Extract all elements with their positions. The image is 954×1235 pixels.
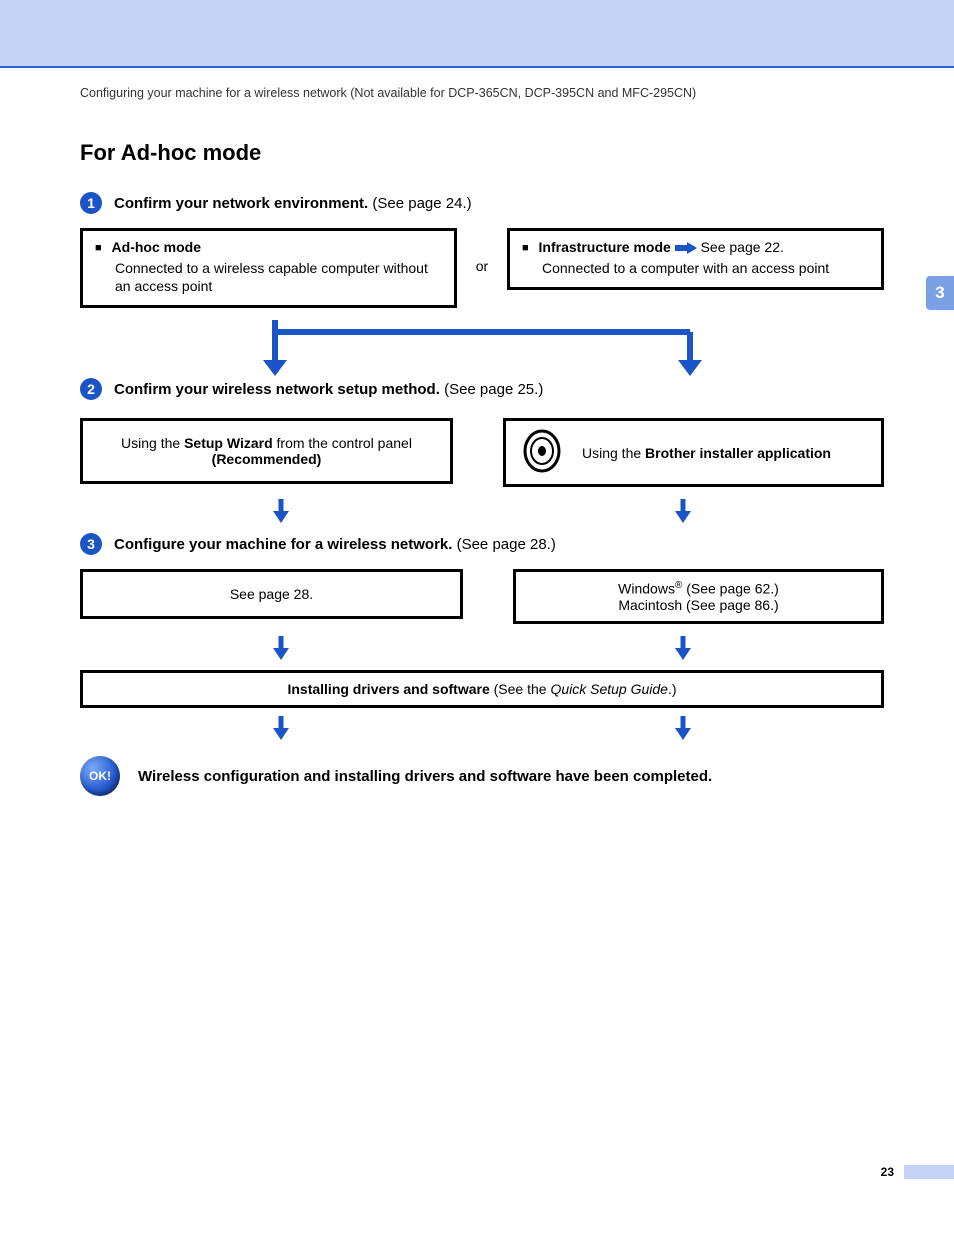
brother-installer-box: Using the Brother installer application — [503, 418, 884, 487]
square-bullet-icon: ■ — [95, 242, 102, 254]
adhoc-mode-box: ■ Ad-hoc mode Connected to a wireless ca… — [80, 228, 457, 308]
arrows-after-step3 — [80, 636, 884, 660]
mode-choice-row: ■ Ad-hoc mode Connected to a wireless ca… — [80, 228, 884, 308]
setup-wizard-box: Using the Setup Wizard from the control … — [80, 418, 453, 484]
right-arrow-icon — [675, 239, 701, 255]
cd-icon — [520, 429, 564, 476]
infrastructure-mode-box: ■ Infrastructure mode See page 22. Conne… — [507, 228, 884, 290]
brother-installer-text: Using the Brother installer application — [582, 445, 831, 461]
arrows-after-install — [80, 716, 884, 740]
step-badge-1: 1 — [80, 192, 102, 214]
down-arrow-icon — [674, 636, 692, 660]
or-label: or — [467, 228, 497, 274]
method-choice-row: Using the Setup Wizard from the control … — [80, 418, 884, 487]
page-num-accent — [904, 1165, 954, 1179]
see-page-28-box: See page 28. — [80, 569, 463, 619]
infra-body: Connected to a computer with an access p… — [542, 259, 869, 277]
top-banner — [0, 0, 954, 68]
step-badge-2: 2 — [80, 378, 102, 400]
step-badge-3: 3 — [80, 533, 102, 555]
infra-title: Infrastructure mode — [539, 239, 671, 255]
install-drivers-box: Installing drivers and software (See the… — [80, 670, 884, 708]
down-arrow-icon — [674, 499, 692, 523]
completion-row: OK! Wireless configuration and installin… — [80, 756, 884, 796]
arrows-after-step2 — [80, 499, 884, 523]
step-3: 3 Configure your machine for a wireless … — [80, 533, 884, 555]
down-arrow-icon — [272, 716, 290, 740]
page-number: 23 — [881, 1165, 894, 1179]
page-content: Configuring your machine for a wireless … — [0, 68, 954, 796]
step-1: 1 Confirm your network environment. (See… — [80, 192, 884, 214]
connector-1 — [80, 320, 884, 368]
down-arrow-icon — [272, 636, 290, 660]
step-2: 2 Confirm your wireless network setup me… — [80, 378, 884, 400]
running-header: Configuring your machine for a wireless … — [80, 86, 884, 100]
section-title: For Ad-hoc mode — [80, 140, 884, 166]
os-pages-box: Windows® (See page 62.) Macintosh (See p… — [513, 569, 884, 624]
ok-badge-icon: OK! — [80, 756, 120, 796]
step-2-text: Confirm your wireless network setup meth… — [114, 381, 543, 398]
down-arrow-icon — [674, 716, 692, 740]
chapter-tab: 3 — [926, 276, 954, 310]
infra-link[interactable]: See page 22. — [701, 239, 784, 255]
adhoc-title: Ad-hoc mode — [112, 239, 201, 255]
step-3-text: Configure your machine for a wireless ne… — [114, 536, 556, 553]
step-1-text: Confirm your network environment. (See p… — [114, 195, 472, 212]
adhoc-body: Connected to a wireless capable computer… — [115, 259, 442, 295]
completion-text: Wireless configuration and installing dr… — [138, 768, 712, 785]
configure-row: See page 28. Windows® (See page 62.) Mac… — [80, 569, 884, 624]
square-bullet-icon: ■ — [522, 242, 529, 254]
down-arrow-icon — [272, 499, 290, 523]
